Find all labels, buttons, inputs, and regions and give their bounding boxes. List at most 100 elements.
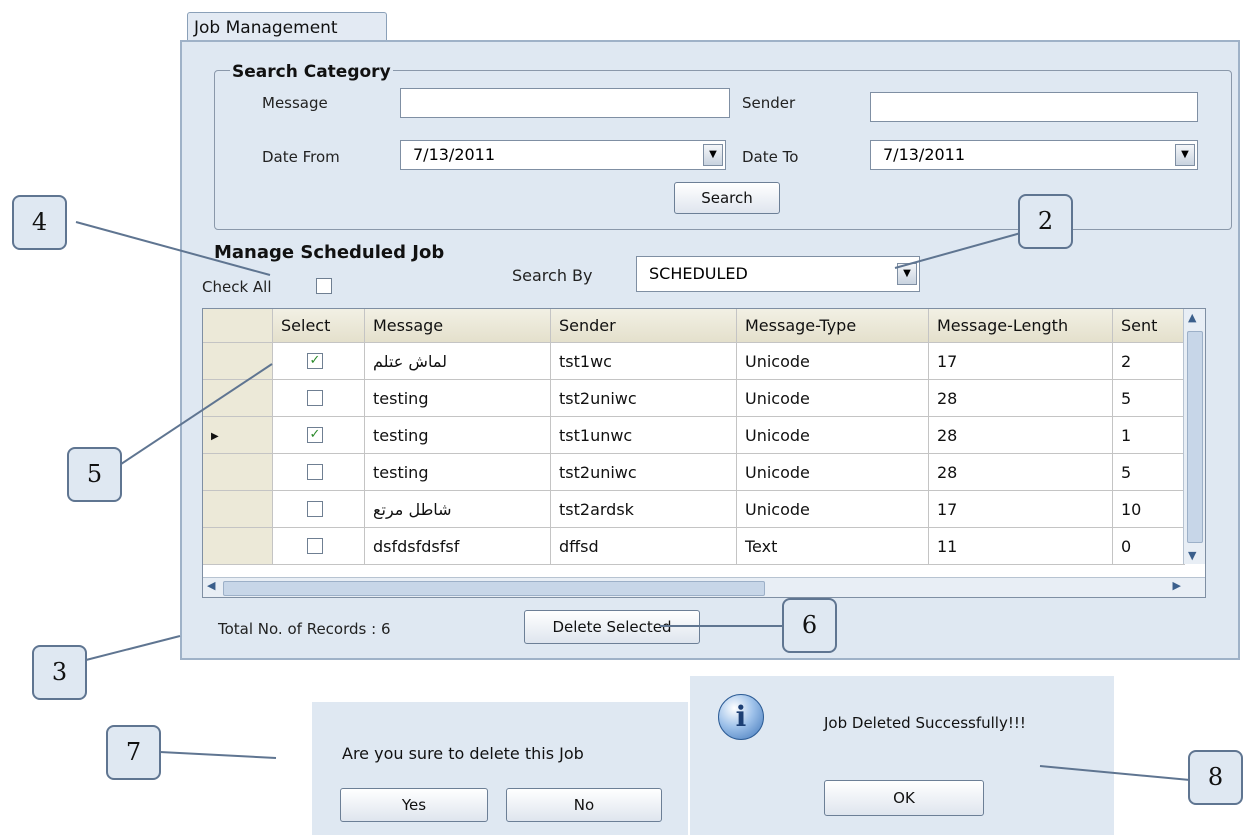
date-from-value: 7/13/2011	[413, 145, 496, 164]
column-header-sent[interactable]: Sent	[1113, 309, 1185, 343]
cell-sent: 10	[1113, 491, 1185, 528]
row-header[interactable]	[203, 343, 273, 380]
horizontal-scroll-thumb[interactable]	[223, 581, 765, 596]
date-from-label: Date From	[262, 148, 340, 166]
scroll-down-icon[interactable]: ▼	[1188, 549, 1196, 562]
callout-8: 8	[1188, 750, 1243, 805]
scroll-left-icon[interactable]: ◀	[207, 579, 215, 592]
cell-message-type: Unicode	[737, 380, 929, 417]
cell-select[interactable]	[273, 380, 365, 417]
row-header[interactable]	[203, 454, 273, 491]
date-from-picker[interactable]: 7/13/2011 ▼	[400, 140, 726, 170]
delete-selected-button[interactable]: Delete Selected	[524, 610, 700, 644]
cell-message-length: 17	[929, 343, 1113, 380]
date-to-value: 7/13/2011	[883, 145, 966, 164]
total-records-text: Total No. of Records :	[218, 620, 381, 638]
column-header-select[interactable]: Select	[273, 309, 365, 343]
cell-message-type: Unicode	[737, 454, 929, 491]
cell-message: لماش عتلم	[365, 343, 551, 380]
cell-message: dsfdsfdsfsf	[365, 528, 551, 565]
search-by-value: SCHEDULED	[649, 264, 748, 283]
date-to-picker[interactable]: 7/13/2011 ▼	[870, 140, 1198, 170]
cell-sent: 2	[1113, 343, 1185, 380]
row-select-checkbox[interactable]	[307, 390, 323, 406]
cell-message: testing	[365, 454, 551, 491]
callout-line-3	[85, 635, 181, 661]
cell-message-type: Unicode	[737, 343, 929, 380]
cell-select[interactable]	[273, 454, 365, 491]
ok-button[interactable]: OK	[824, 780, 984, 816]
cell-message-length: 28	[929, 417, 1113, 454]
row-header[interactable]: ▶	[203, 417, 273, 454]
tab-job-management[interactable]: Job Management	[187, 12, 387, 42]
row-header[interactable]	[203, 528, 273, 565]
column-header-sender[interactable]: Sender	[551, 309, 737, 343]
row-header-corner	[203, 309, 273, 343]
cell-message-length: 28	[929, 454, 1113, 491]
column-header-message-length[interactable]: Message-Length	[929, 309, 1113, 343]
message-label: Message	[262, 94, 328, 112]
vertical-scroll-thumb[interactable]	[1187, 331, 1203, 543]
job-deleted-dialog: i Job Deleted Successfully!!! OK	[690, 676, 1114, 835]
cell-message-type: Unicode	[737, 417, 929, 454]
cell-message: testing	[365, 380, 551, 417]
column-header-message-type[interactable]: Message-Type	[737, 309, 929, 343]
horizontal-scrollbar[interactable]: ◀ ▶	[203, 577, 1205, 597]
row-select-checkbox[interactable]: ✓	[307, 427, 323, 443]
message-input[interactable]	[400, 88, 730, 118]
yes-button[interactable]: Yes	[340, 788, 488, 822]
cell-sender: tst1unwc	[551, 417, 737, 454]
cell-message: testing	[365, 417, 551, 454]
cell-message-type: Unicode	[737, 491, 929, 528]
search-category-title: Search Category	[230, 62, 393, 82]
cell-select[interactable]: ✓	[273, 417, 365, 454]
callout-2: 2	[1018, 194, 1073, 249]
check-all-label: Check All	[202, 278, 272, 296]
cell-select[interactable]	[273, 528, 365, 565]
row-header[interactable]	[203, 380, 273, 417]
callout-6: 6	[782, 598, 837, 653]
cell-sender: tst1wc	[551, 343, 737, 380]
row-select-checkbox[interactable]: ✓	[307, 353, 323, 369]
vertical-scrollbar[interactable]: ▲ ▼	[1183, 309, 1205, 564]
cell-sender: tst2ardsk	[551, 491, 737, 528]
chevron-down-icon[interactable]: ▼	[703, 144, 723, 166]
cell-sent: 0	[1113, 528, 1185, 565]
cell-select[interactable]	[273, 491, 365, 528]
row-select-checkbox[interactable]	[307, 501, 323, 517]
chevron-down-icon[interactable]: ▼	[897, 263, 917, 285]
manage-scheduled-job-title: Manage Scheduled Job	[214, 242, 445, 263]
callout-4: 4	[12, 195, 67, 250]
callout-line-7	[159, 751, 277, 759]
total-records-count: 6	[380, 620, 391, 638]
scheduled-jobs-grid: Select Message Sender Message-Type Messa…	[202, 308, 1206, 598]
info-icon: i	[718, 694, 764, 740]
no-button[interactable]: No	[506, 788, 662, 822]
search-by-select[interactable]: SCHEDULED ▼	[636, 256, 920, 292]
scroll-right-icon[interactable]: ▶	[1173, 579, 1181, 592]
cell-sender: dffsd	[551, 528, 737, 565]
row-select-checkbox[interactable]	[307, 538, 323, 554]
search-button[interactable]: Search	[674, 182, 780, 214]
cell-message-type: Text	[737, 528, 929, 565]
cell-message-length: 11	[929, 528, 1113, 565]
sender-input[interactable]	[870, 92, 1198, 122]
cell-message-length: 17	[929, 491, 1113, 528]
callout-5: 5	[67, 447, 122, 502]
cell-select[interactable]: ✓	[273, 343, 365, 380]
column-header-message[interactable]: Message	[365, 309, 551, 343]
cell-message: شاطل مرتع	[365, 491, 551, 528]
confirm-delete-dialog: Are you sure to delete this Job Yes No	[312, 702, 688, 835]
date-to-label: Date To	[742, 148, 799, 166]
row-select-checkbox[interactable]	[307, 464, 323, 480]
confirm-message: Are you sure to delete this Job	[342, 744, 584, 763]
cell-sent: 5	[1113, 380, 1185, 417]
scroll-up-icon[interactable]: ▲	[1188, 311, 1196, 324]
check-all-checkbox[interactable]	[316, 278, 332, 294]
cell-sender: tst2uniwc	[551, 380, 737, 417]
job-deleted-message: Job Deleted Successfully!!!	[824, 714, 1026, 732]
cell-sent: 1	[1113, 417, 1185, 454]
sender-label: Sender	[742, 94, 796, 112]
row-header[interactable]	[203, 491, 273, 528]
chevron-down-icon[interactable]: ▼	[1175, 144, 1195, 166]
